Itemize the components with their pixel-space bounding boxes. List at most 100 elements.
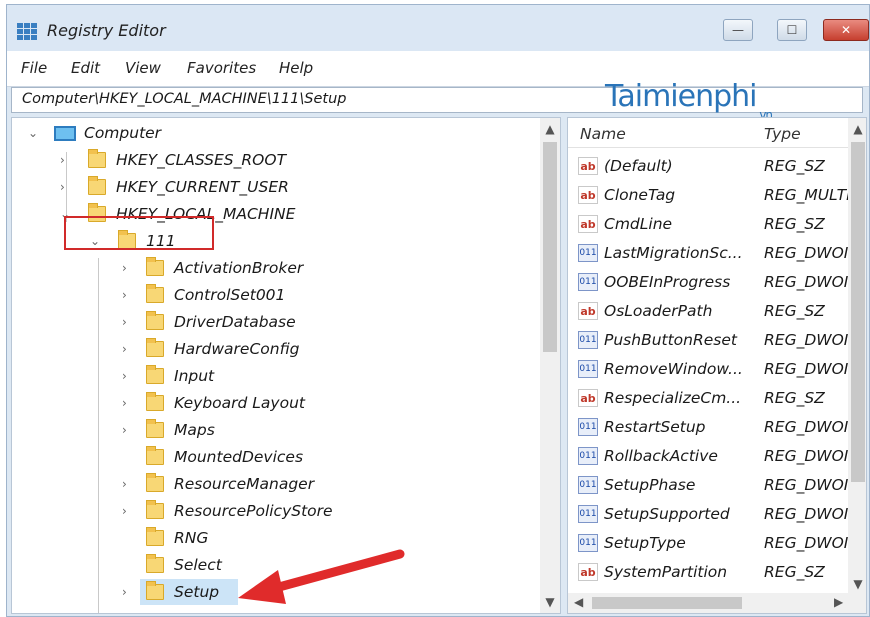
value-row[interactable]: 011 PushButtonReset REG_DWOI bbox=[568, 326, 850, 355]
scroll-thumb[interactable] bbox=[592, 597, 742, 609]
value-name: PushButtonReset bbox=[604, 331, 737, 349]
value-type: REG_DWOI bbox=[764, 418, 849, 436]
value-type: REG_SZ bbox=[764, 302, 825, 320]
value-name: CmdLine bbox=[604, 215, 673, 233]
value-row[interactable]: 011 SetupType REG_DWOI bbox=[568, 529, 850, 558]
chevron-right-icon[interactable]: › bbox=[122, 282, 127, 308]
values-vertical-scrollbar[interactable]: ▲ ▼ bbox=[848, 118, 866, 613]
title-bar: Registry Editor — ☐ ✕ bbox=[7, 5, 869, 51]
value-type: REG_DWOI bbox=[764, 505, 849, 523]
string-value-icon: ab bbox=[578, 302, 598, 320]
string-value-icon: ab bbox=[578, 563, 598, 581]
chevron-down-icon[interactable]: ⌄ bbox=[28, 120, 38, 146]
scroll-up-icon[interactable]: ▲ bbox=[848, 122, 866, 136]
tree-item-label: Select bbox=[174, 556, 222, 574]
close-icon: ✕ bbox=[840, 23, 852, 37]
value-type: REG_DWOI bbox=[764, 447, 849, 465]
value-type: REG_SZ bbox=[764, 215, 825, 233]
value-row[interactable]: ab (Default) REG_SZ bbox=[568, 152, 850, 181]
value-row[interactable]: ab SystemPartition REG_SZ bbox=[568, 558, 850, 587]
scroll-thumb[interactable] bbox=[543, 142, 557, 352]
folder-icon bbox=[146, 392, 164, 411]
tree-item-hkey-classes-root[interactable]: › HKEY_CLASSES_ROOT bbox=[12, 147, 532, 173]
dword-value-icon: 011 bbox=[578, 244, 598, 262]
value-row[interactable]: ab CmdLine REG_SZ bbox=[568, 210, 850, 239]
menu-favorites[interactable]: Favorites bbox=[187, 59, 256, 77]
string-value-icon: ab bbox=[578, 215, 598, 233]
chevron-right-icon[interactable]: › bbox=[122, 255, 127, 281]
registry-editor-window: Registry Editor — ☐ ✕ File Edit View Fav… bbox=[6, 4, 870, 617]
tree-item-computer[interactable]: ⌄ Computer bbox=[12, 120, 532, 146]
column-header-name[interactable]: Name bbox=[580, 125, 626, 143]
scroll-up-icon[interactable]: ▲ bbox=[540, 122, 560, 136]
value-name: (Default) bbox=[604, 157, 673, 175]
menu-edit[interactable]: Edit bbox=[71, 59, 100, 77]
string-value-icon: ab bbox=[578, 157, 598, 175]
tree-vertical-scrollbar[interactable]: ▲ ▼ bbox=[540, 118, 560, 613]
tree-item-resourcemanager[interactable]: › ResourceManager bbox=[12, 471, 532, 497]
scroll-thumb[interactable] bbox=[851, 142, 865, 482]
menu-file[interactable]: File bbox=[21, 59, 47, 77]
chevron-right-icon[interactable]: › bbox=[122, 471, 127, 497]
value-row[interactable]: 011 RemoveWindow... REG_DWOI bbox=[568, 355, 850, 384]
values-header: Name Type bbox=[568, 118, 866, 148]
folder-icon bbox=[146, 554, 164, 573]
maximize-button[interactable]: ☐ bbox=[777, 19, 807, 41]
value-row[interactable]: 011 SetupPhase REG_DWOI bbox=[568, 471, 850, 500]
folder-icon bbox=[146, 473, 164, 492]
chevron-right-icon[interactable]: › bbox=[60, 174, 65, 200]
tree-item-hkey-current-user[interactable]: › HKEY_CURRENT_USER bbox=[12, 174, 532, 200]
chevron-right-icon[interactable]: › bbox=[122, 390, 127, 416]
minimize-button[interactable]: — bbox=[723, 19, 753, 41]
value-row[interactable]: ab RespecializeCm... REG_SZ bbox=[568, 384, 850, 413]
tree-item-input[interactable]: › Input bbox=[12, 363, 532, 389]
chevron-right-icon[interactable]: › bbox=[122, 363, 127, 389]
chevron-right-icon[interactable]: › bbox=[60, 147, 65, 173]
value-row[interactable]: 011 SetupSupported REG_DWOI bbox=[568, 500, 850, 529]
tree-item-label: Setup bbox=[174, 583, 220, 601]
tree-item-driverdatabase[interactable]: › DriverDatabase bbox=[12, 309, 532, 335]
scroll-left-icon[interactable]: ◀ bbox=[574, 595, 583, 609]
value-type: REG_DWOI bbox=[764, 244, 849, 262]
value-name: SetupType bbox=[604, 534, 686, 552]
close-button[interactable]: ✕ bbox=[823, 19, 869, 41]
dword-value-icon: 011 bbox=[578, 505, 598, 523]
scroll-down-icon[interactable]: ▼ bbox=[540, 595, 560, 609]
tree-item-keyboard-layout[interactable]: › Keyboard Layout bbox=[12, 390, 532, 416]
value-row[interactable]: ab CloneTag REG_MULTI bbox=[568, 181, 851, 210]
chevron-right-icon[interactable]: › bbox=[122, 498, 127, 524]
value-row[interactable]: ab OsLoaderPath REG_SZ bbox=[568, 297, 850, 326]
folder-icon bbox=[146, 419, 164, 438]
tree-item-activationbroker[interactable]: › ActivationBroker bbox=[12, 255, 532, 281]
tree-item-controlset001[interactable]: › ControlSet001 bbox=[12, 282, 532, 308]
values-pane[interactable]: Name Type ab (Default) REG_SZ ab CloneTag REG… bbox=[567, 117, 867, 614]
tree-item-maps[interactable]: › Maps bbox=[12, 417, 532, 443]
chevron-right-icon[interactable]: › bbox=[122, 579, 127, 605]
tree-item-resourcepolicystore[interactable]: › ResourcePolicyStore bbox=[12, 498, 532, 524]
value-row[interactable]: 011 OOBEInProgress REG_DWOI bbox=[568, 268, 850, 297]
chevron-right-icon[interactable]: › bbox=[122, 417, 127, 443]
string-value-icon: ab bbox=[578, 389, 598, 407]
tree-item-setup[interactable]: Setup bbox=[140, 579, 238, 605]
chevron-right-icon[interactable]: › bbox=[122, 309, 127, 335]
tree-item-label: Input bbox=[174, 367, 215, 385]
value-name: SystemPartition bbox=[604, 563, 728, 581]
tree-item-label: ActivationBroker bbox=[174, 259, 304, 277]
value-name: RestartSetup bbox=[604, 418, 706, 436]
chevron-right-icon[interactable]: › bbox=[122, 336, 127, 362]
menu-help[interactable]: Help bbox=[279, 59, 313, 77]
column-header-type[interactable]: Type bbox=[764, 125, 801, 143]
tree-item-label: DriverDatabase bbox=[174, 313, 296, 331]
values-horizontal-scrollbar[interactable]: ◀ ▶ bbox=[568, 593, 850, 613]
value-row[interactable]: 011 RestartSetup REG_DWOI bbox=[568, 413, 850, 442]
tree-item-hardwareconfig[interactable]: › HardwareConfig bbox=[12, 336, 532, 362]
menu-view[interactable]: View bbox=[125, 59, 161, 77]
tree-item-mounteddevices[interactable]: MountedDevices bbox=[12, 444, 532, 470]
scroll-right-icon[interactable]: ▶ bbox=[834, 595, 843, 609]
value-name: RemoveWindow... bbox=[604, 360, 743, 378]
scroll-down-icon[interactable]: ▼ bbox=[848, 577, 866, 591]
value-row[interactable]: 011 LastMigrationSc... REG_DWOI bbox=[568, 239, 850, 268]
folder-icon bbox=[146, 500, 164, 519]
tree-item-label: ResourcePolicyStore bbox=[174, 502, 333, 520]
value-row[interactable]: 011 RollbackActive REG_DWOI bbox=[568, 442, 850, 471]
